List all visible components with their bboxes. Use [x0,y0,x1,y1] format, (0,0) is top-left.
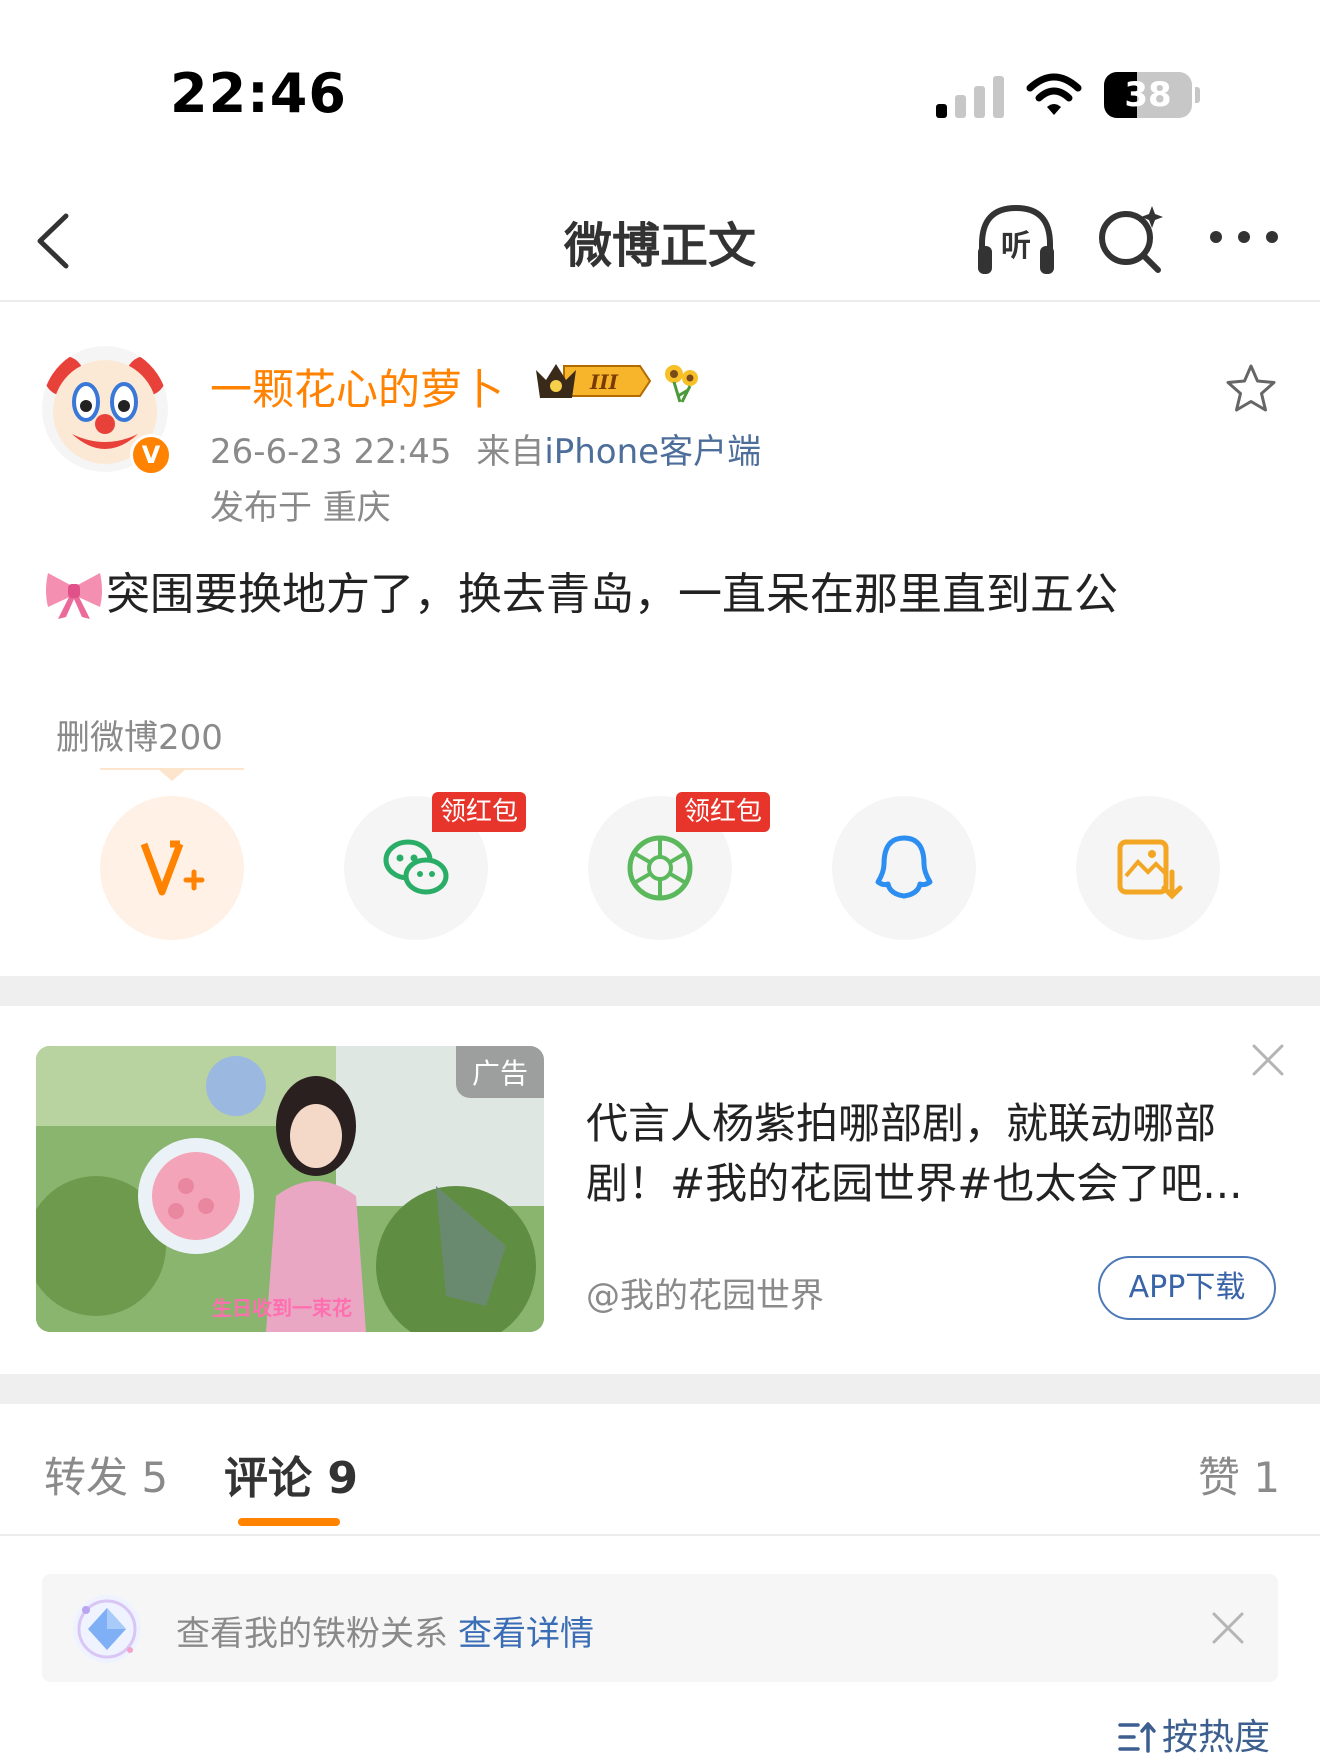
sort-by-hot-button[interactable]: 按热度 [1118,1708,1270,1760]
sort-label: 按热度 [1162,1717,1271,1758]
tab-repost[interactable]: 转发 5 [44,1444,168,1505]
post-meta: 26-6-23 22:45 来自iPhone客户端 [210,424,761,473]
moments-aperture-icon [627,835,693,901]
interaction-tabs: 转发 5 评论 9 赞 1 [0,1404,1320,1536]
ad-image-caption: 生日收到一束花 [212,1296,352,1320]
tab-comment[interactable]: 评论 9 [224,1442,358,1506]
cellular-signal-icon [936,76,1004,118]
svg-text:III: III [589,370,619,394]
fan-relationship-banner[interactable]: 查看我的铁粉关系 查看详情 [42,1574,1278,1682]
post-from-label: 来自 [476,432,545,472]
battery-percentage: 38 [1124,75,1172,115]
share-vplus-button[interactable] [100,796,244,940]
listen-headphones-icon[interactable]: 听 [974,200,1058,280]
wechat-red-packet-badge[interactable]: 领红包 [432,792,527,832]
view-details-link[interactable]: 查看详情 [458,1614,594,1654]
fan-banner-text: 查看我的铁粉关系 查看详情 [176,1606,594,1655]
post-content: 突围要换地方了，换去青岛，一直呆在那里直到五公 [44,558,1118,622]
ad-account[interactable]: @我的花园世界 [586,1268,824,1317]
ad-close-icon[interactable] [1248,1040,1288,1080]
delete-post-reward-label: 删微博200 [56,718,223,758]
sort-icon [1118,1722,1156,1753]
post-source[interactable]: iPhone客户端 [544,432,761,472]
banner-close-icon[interactable] [1208,1608,1248,1648]
section-divider [0,1374,1320,1404]
active-tab-indicator [238,1518,340,1526]
ad-tag: 广告 [455,1046,544,1098]
fan-banner-message: 查看我的铁粉关系 [176,1614,448,1654]
diamond-badge-icon [73,1595,141,1663]
battery-icon: 38 [1104,72,1200,118]
share-qq-button[interactable] [832,796,976,940]
section-divider [0,976,1320,1006]
wechat-icon [383,839,449,895]
search-icon[interactable] [1096,202,1166,278]
more-options-icon[interactable] [1208,222,1280,252]
post-text: 突围要换地方了，换去青岛，一直呆在那里直到五公 [106,569,1118,620]
tab-like[interactable]: 赞 1 [1198,1444,1280,1505]
ad-image[interactable]: 广告 生日收到一束花 [36,1046,544,1332]
back-arrow-icon[interactable] [30,206,80,276]
navigation-bar: 微博正文 听 [0,180,1320,302]
save-image-icon [1117,839,1183,900]
verified-v-badge-icon: V [130,434,172,476]
status-time: 22:46 [170,62,347,125]
favorite-star-icon[interactable] [1224,362,1278,416]
save-image-button[interactable] [1076,796,1220,940]
member-crown-badge-icon[interactable]: III [534,358,652,404]
ad-download-button[interactable]: APP下载 [1098,1256,1276,1320]
sunflower-icon [665,365,698,403]
post-timestamp: 26-6-23 22:45 [210,432,452,472]
vplus-icon [140,840,205,896]
page-title: 微博正文 [563,218,756,274]
ribbon-bow-icon [46,573,102,619]
post-location: 发布于 重庆 [210,488,391,528]
moments-red-packet-badge[interactable]: 领红包 [676,792,771,832]
qq-penguin-icon [875,835,933,899]
ad-title[interactable]: 代言人杨紫拍哪部剧，就联动哪部剧！#我的花园世界#也太会了吧... [586,1094,1276,1214]
svg-text:听: 听 [1001,229,1031,264]
username[interactable]: 一颗花心的萝卜 [210,356,504,417]
status-bar: 22:46 38 [0,0,1320,180]
wifi-icon [1026,73,1082,115]
share-indicator-caret [158,769,186,781]
